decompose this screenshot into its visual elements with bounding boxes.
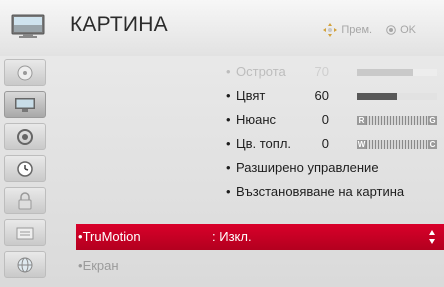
color-temperature-scale-ticks [366,140,428,149]
trumotion-value: : Изкл. [212,229,252,244]
menu-item-sharpness[interactable]: • Острота 70 [226,64,444,88]
tint-value: 0 [321,112,329,127]
up-down-arrows-icon[interactable] [428,229,436,245]
tint-scale-start: R [357,116,366,125]
options-icon [16,227,34,239]
sidebar-item-options[interactable] [4,219,46,246]
picture-reset-label: Възстановяване на картина [236,184,405,199]
disc-icon [17,65,33,80]
tint-scale-end: G [428,116,437,125]
sharpness-label: Острота [236,64,286,79]
move-hint-label: Прем. [341,24,373,36]
menu-item-screen[interactable]: •Екран [78,258,119,273]
color-temperature-label: Цв. топл. [236,136,292,151]
tint-scale[interactable]: R G [357,116,437,125]
picture-menu-icon [11,14,45,38]
advanced-control-label: Разширено управление [236,160,379,175]
menu-header: КАРТИНА Прем. OK [0,0,444,56]
color-bar[interactable] [357,93,437,100]
lock-icon [18,191,32,209]
audio-icon [17,128,33,145]
tint-label: Нюанс [236,112,277,127]
sidebar-item-picture[interactable] [4,91,46,118]
ok-button-icon [386,25,396,35]
category-sidebar [0,56,50,287]
sharpness-bar-fill [357,69,413,76]
menu-item-picture-reset[interactable]: • Възстановяване на картина [226,184,444,208]
clock-icon [17,160,33,177]
menu-item-color[interactable]: • Цвят 60 [226,88,444,112]
sharpness-value: 70 [314,64,329,79]
menu-item-tint[interactable]: • Нюанс 0 R G [226,112,444,136]
menu-item-advanced-control[interactable]: • Разширено управление [226,160,444,184]
color-temperature-scale-start: W [357,140,366,149]
dpad-icon [323,23,338,37]
color-temperature-value: 0 [321,136,329,151]
color-bar-fill [357,93,397,100]
sharpness-bar[interactable] [357,69,437,76]
color-temperature-scale-end: C [428,140,437,149]
tv-settings-screen: КАРТИНА Прем. OK • Острота 70 • Цвят 60 … [0,0,444,287]
menu-item-color-temperature[interactable]: • Цв. топл. 0 W C [226,136,444,160]
menu-item-trumotion[interactable]: •TruMotion : Изкл. [76,224,444,250]
tint-scale-ticks [366,116,428,125]
sidebar-item-disc[interactable] [4,59,46,86]
trumotion-label: TruMotion [82,229,141,244]
screen-label: Екран [82,258,119,273]
color-value: 60 [314,88,329,103]
sidebar-item-lock[interactable] [4,187,46,214]
picture-menu-list: • Острота 70 • Цвят 60 • Нюанс 0 R G • Цв. т… [50,56,444,287]
navigation-hint: Прем. OK [323,23,416,37]
page-title: КАРТИНА [70,13,168,36]
sidebar-item-time[interactable] [4,155,46,182]
sidebar-item-audio[interactable] [4,123,46,150]
color-label: Цвят [236,88,266,103]
ok-hint-label: OK [400,24,416,36]
sidebar-item-network[interactable] [4,251,46,278]
network-icon [17,257,33,272]
picture-icon [15,97,35,112]
color-temperature-scale[interactable]: W C [357,140,437,149]
